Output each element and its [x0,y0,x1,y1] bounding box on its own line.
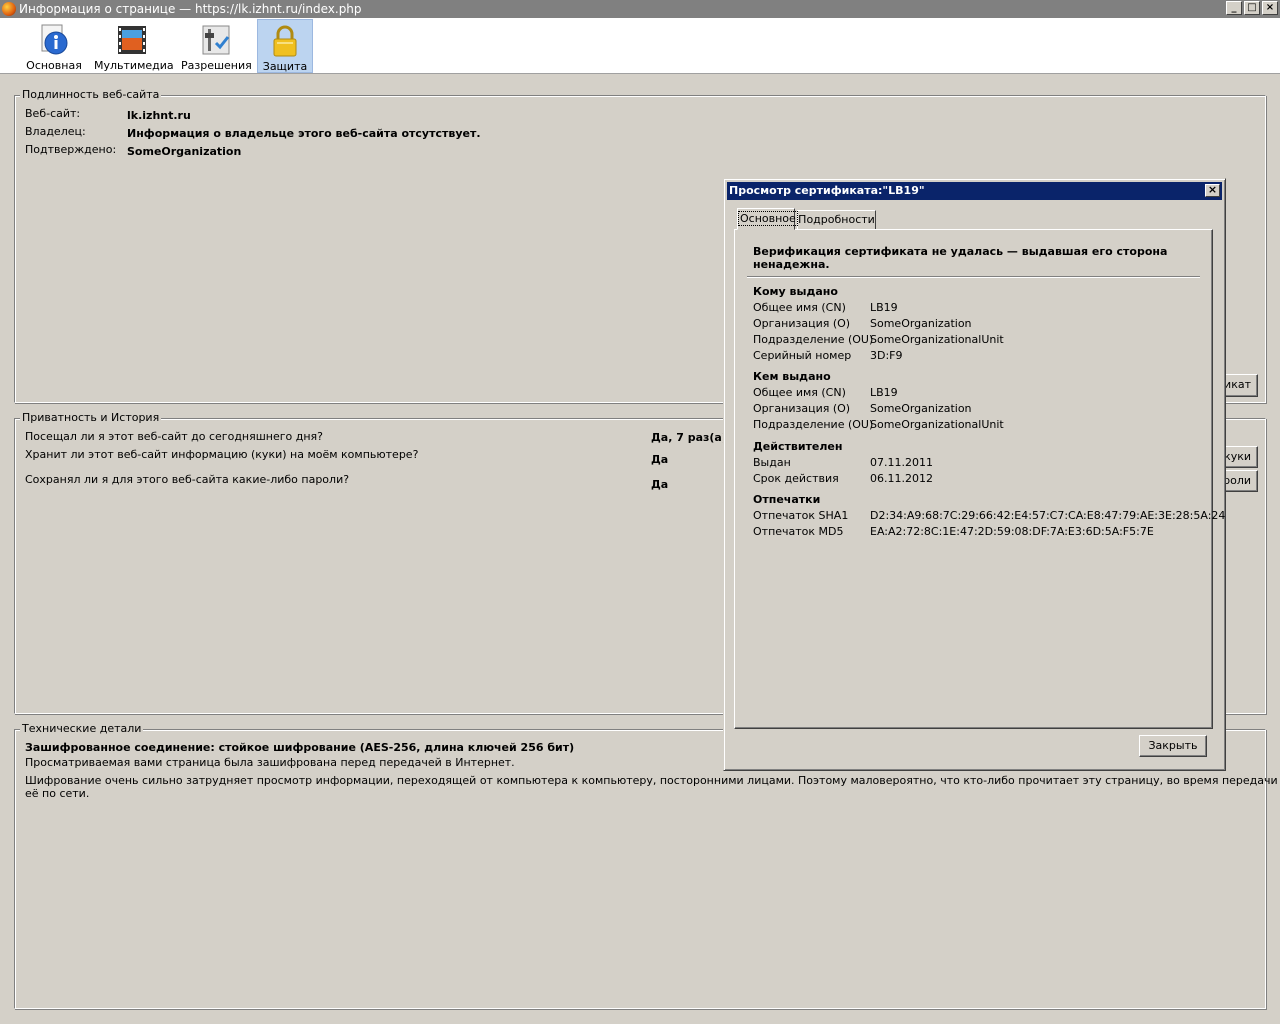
passwords-answer: Да [651,478,669,491]
issued-to-heading: Кому выдано [753,285,838,298]
issued-by-heading: Кем выдано [753,370,831,383]
cookies-answer: Да [651,453,669,466]
dialog-close-footer-button[interactable]: Закрыть [1139,735,1207,757]
minimize-button[interactable]: _ [1226,1,1242,15]
cert-field-label: Подразделение (OU) [753,418,874,431]
encryption-line-1: Просматриваемая вами страница была зашиф… [25,756,515,769]
cert-field-value: D2:34:A9:68:7C:29:66:42:E4:57:C7:CA:E8:4… [870,509,1226,522]
cert-field-label: Подразделение (OU) [753,333,874,346]
cert-field-value: LB19 [870,301,898,314]
verified-label: Подтверждено: [25,143,117,156]
cert-field-label: Серийный номер [753,349,852,362]
encryption-line-2: Шифрование очень сильно затрудняет просм… [25,774,1278,800]
cert-field-value: SomeOrganization [870,317,972,330]
technical-group: Технические детали [14,722,1266,1009]
passwords-question: Сохранял ли я для этого веб-сайта какие-… [25,473,350,486]
cert-field-value: SomeOrganizationalUnit [870,333,1004,346]
tab-cert-general[interactable]: Основное [737,208,798,230]
cert-field-label: Организация (O) [753,317,851,330]
technical-legend: Технические детали [20,722,144,735]
dialog-close-button[interactable]: × [1205,184,1220,197]
tab-security-label: Защита [262,60,308,73]
encryption-headline: Зашифрованное соединение: стойкое шифров… [25,741,575,754]
cert-field-value: 3D:F9 [870,349,903,362]
tab-media[interactable]: Мультимедиа [94,19,174,73]
cert-field-value: SomeOrganizationalUnit [870,418,1004,431]
fingerprints-heading: Отпечатки [753,493,821,506]
cert-field-value: SomeOrganization [870,402,972,415]
window-titlebar: Информация о странице — https://lk.izhnt… [0,0,1280,18]
owner-value: Информация о владельце этого веб-сайта о… [127,127,481,140]
visited-answer: Да, 7 раз(а) [651,431,727,444]
info-icon [41,24,68,55]
dialog-title: Просмотр сертификата:"LB19" [729,184,925,197]
cert-general-panel: Верификация сертификата не удалась — выд… [734,229,1225,729]
visited-question: Посещал ли я этот веб-сайт до сегодняшне… [25,430,324,443]
cookies-question: Хранит ли этот веб-сайт информацию (куки… [25,448,419,461]
tab-general[interactable]: Основная [24,19,84,73]
tab-cert-details[interactable]: Подробности [797,210,876,229]
media-icon [118,26,146,54]
firefox-icon [2,2,16,16]
cert-warning: Верификация сертификата не удалась — выд… [753,245,1168,271]
validity-heading: Действителен [753,440,843,453]
tab-cert-details-label: Подробности [798,213,875,226]
cert-field-label: Срок действия [753,472,839,485]
verified-value: SomeOrganization [127,145,242,158]
tab-cert-general-label: Основное [738,211,798,226]
identity-legend: Подлинность веб-сайта [20,88,162,101]
cert-field-value: EA:A2:72:8C:1E:47:2D:59:08:DF:7A:E3:6D:5… [870,525,1154,538]
maximize-button[interactable]: □ [1244,1,1260,15]
cert-field-label: Организация (O) [753,402,851,415]
website-value: lk.izhnt.ru [127,109,191,122]
privacy-legend: Приватность и История [20,411,162,424]
website-label: Веб-сайт: [25,107,81,120]
tab-security[interactable]: Защита [257,19,313,73]
page-info-toolbar: Основная Мультимедиа Разрешения Защита [0,18,1280,74]
cert-field-label: Отпечаток MD5 [753,525,844,538]
cert-field-label: Общее имя (CN) [753,386,846,399]
tab-permissions-label: Разрешения [181,59,252,72]
cert-field-label: Отпечаток SHA1 [753,509,849,522]
permissions-icon [202,25,230,55]
cert-field-label: Выдан [753,456,791,469]
cert-field-label: Общее имя (CN) [753,301,846,314]
tab-permissions[interactable]: Разрешения [181,19,252,73]
cert-field-value: 07.11.2011 [870,456,933,469]
tab-media-label: Мультимедиа [94,59,174,72]
window-title: Информация о странице — https://lk.izhnt… [19,2,362,16]
cert-field-value: 06.11.2012 [870,472,933,485]
close-button[interactable]: × [1262,1,1278,15]
tab-general-label: Основная [26,59,82,72]
warning-divider [747,276,1200,278]
cert-field-value: LB19 [870,386,898,399]
owner-label: Владелец: [25,125,86,138]
lock-icon [273,25,297,57]
certificate-viewer-dialog: Просмотр сертификата:"LB19" × Основное П… [723,178,1226,771]
dialog-titlebar: Просмотр сертификата:"LB19" × [727,182,1222,200]
